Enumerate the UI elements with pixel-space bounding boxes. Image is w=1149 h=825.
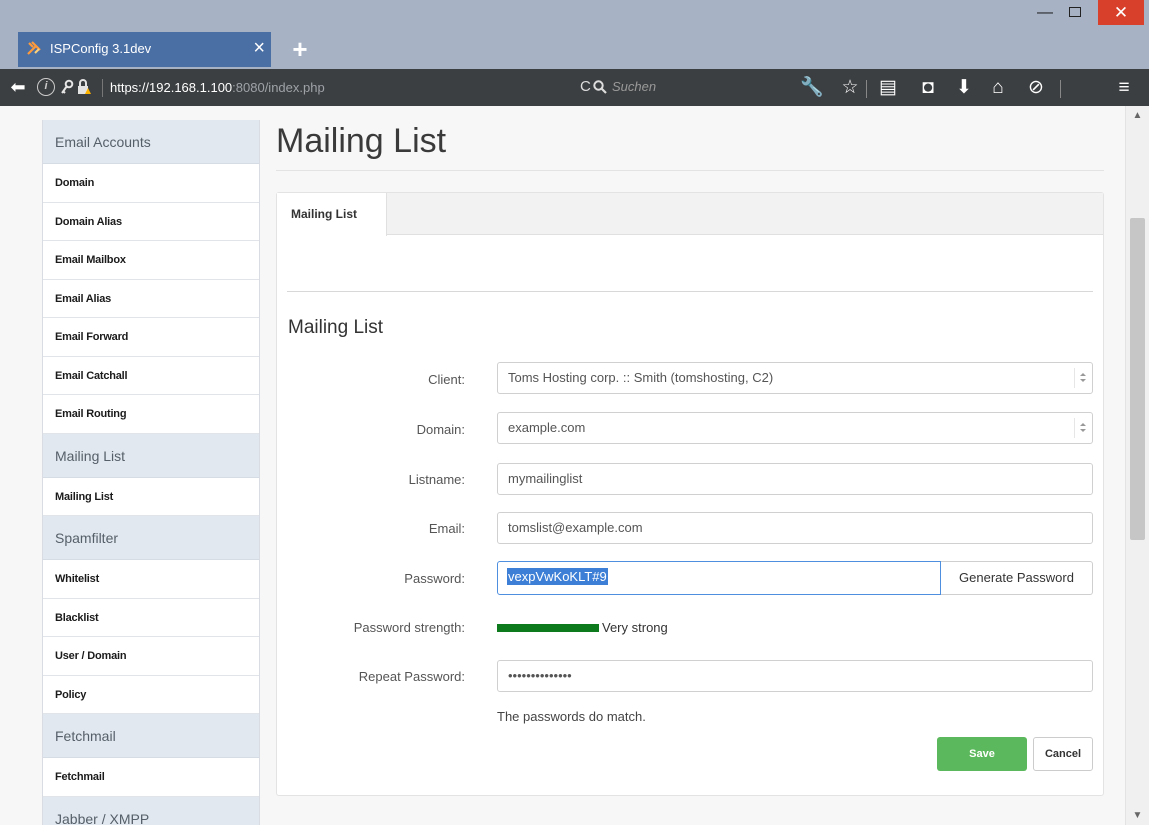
scrollbar-thumb[interactable] bbox=[1130, 218, 1145, 540]
password-value-selected: vexpVwKoKLT#9 bbox=[507, 568, 608, 585]
sidebar-header-email-accounts: Email Accounts bbox=[43, 120, 259, 164]
download-arrow-icon[interactable]: ⬇ bbox=[950, 74, 978, 102]
client-select-value: Toms Hosting corp. :: Smith (tomshosting… bbox=[508, 370, 774, 385]
key-icon bbox=[61, 79, 74, 94]
save-button[interactable]: Save bbox=[937, 737, 1027, 771]
generate-password-button[interactable]: Generate Password bbox=[941, 561, 1093, 595]
url-text[interactable]: https://192.168.1.100:8080/index.php bbox=[110, 80, 325, 95]
domain-label: Domain: bbox=[416, 422, 465, 437]
listname-label: Listname: bbox=[408, 472, 465, 487]
client-label: Client: bbox=[428, 372, 465, 387]
select-arrows-icon bbox=[1074, 418, 1088, 438]
sidebar-item-blacklist[interactable]: Blacklist bbox=[43, 598, 259, 637]
hamburger-menu-icon[interactable]: ≡ bbox=[1110, 74, 1138, 102]
select-arrows-icon bbox=[1074, 368, 1088, 388]
developer-wrench-icon[interactable]: 🔧 bbox=[798, 74, 826, 102]
title-divider bbox=[276, 170, 1104, 171]
ispconfig-favicon-icon bbox=[27, 41, 41, 55]
sidebar-header-spamfilter: Spamfilter bbox=[43, 516, 259, 560]
search-box[interactable]: Suchen bbox=[584, 73, 784, 101]
tab-title: ISPConfig 3.1dev bbox=[50, 41, 152, 56]
search-placeholder: Suchen bbox=[612, 79, 657, 94]
tab-close-icon[interactable]: × bbox=[253, 38, 265, 58]
tab-mailing-list[interactable]: Mailing List bbox=[277, 193, 387, 236]
listname-input[interactable]: mymailinglist bbox=[497, 463, 1093, 495]
password-label: Password: bbox=[404, 571, 465, 586]
repeat-password-input[interactable]: •••••••••••••• bbox=[497, 660, 1093, 692]
sidebar-item-email-routing[interactable]: Email Routing bbox=[43, 395, 259, 434]
password-strength-label: Password strength: bbox=[353, 620, 465, 635]
repeat-password-label: Repeat Password: bbox=[358, 669, 465, 684]
back-arrow-icon[interactable]: ⬅ bbox=[6, 75, 30, 99]
domain-select-value: example.com bbox=[508, 420, 586, 435]
new-tab-icon[interactable]: + bbox=[284, 34, 316, 66]
home-icon[interactable]: ⌂ bbox=[984, 74, 1012, 102]
sidebar-item-email-forward[interactable]: Email Forward bbox=[43, 318, 259, 357]
sidebar-item-email-mailbox[interactable]: Email Mailbox bbox=[43, 241, 259, 280]
sidebar-item-email-alias[interactable]: Email Alias bbox=[43, 279, 259, 318]
email-input[interactable]: tomslist@example.com bbox=[497, 512, 1093, 544]
sidebar-header-fetchmail: Fetchmail bbox=[43, 714, 259, 758]
reading-list-icon[interactable]: ▤ bbox=[874, 74, 902, 102]
toolbar-separator bbox=[866, 80, 867, 98]
sidebar-item-user-domain[interactable]: User / Domain bbox=[43, 637, 259, 676]
vertical-scrollbar[interactable]: ▲ ▼ bbox=[1125, 106, 1149, 825]
url-separator bbox=[102, 79, 103, 97]
client-select[interactable]: Toms Hosting corp. :: Smith (tomshosting… bbox=[497, 362, 1093, 394]
scroll-up-icon[interactable]: ▲ bbox=[1126, 110, 1149, 121]
domain-select[interactable]: example.com bbox=[497, 412, 1093, 444]
sidebar-header-mailing-list: Mailing List bbox=[43, 433, 259, 478]
sidebar-item-email-catchall[interactable]: Email Catchall bbox=[43, 356, 259, 395]
page-title: Mailing List bbox=[276, 122, 447, 160]
section-title: Mailing List bbox=[288, 317, 384, 338]
sidebar-item-whitelist[interactable]: Whitelist bbox=[43, 560, 259, 599]
page-viewport: Email Accounts Domain Domain Alias Email… bbox=[0, 106, 1149, 825]
search-icon bbox=[593, 80, 607, 94]
browser-titlebar: ISPConfig 3.1dev × + — ✕ bbox=[0, 0, 1149, 69]
sidebar-item-policy[interactable]: Policy bbox=[43, 675, 259, 714]
window-minimize-icon[interactable]: — bbox=[1030, 0, 1060, 25]
password-match-message: The passwords do match. bbox=[497, 709, 646, 724]
sidebar-item-mailing-list[interactable]: Mailing List bbox=[43, 477, 259, 516]
sidebar-item-domain-alias[interactable]: Domain Alias bbox=[43, 202, 259, 241]
site-info-icon[interactable]: i bbox=[37, 78, 55, 96]
window-close-icon[interactable]: ✕ bbox=[1098, 0, 1144, 25]
panel-divider bbox=[287, 291, 1093, 292]
url-bar[interactable]: i https://192.168.1.100:8080/index.php C bbox=[34, 75, 591, 101]
sidebar-header-jabber: Jabber / XMPP bbox=[43, 796, 259, 825]
form-panel: Mailing List Mailing List Client: Toms H… bbox=[276, 192, 1104, 796]
password-input[interactable]: vexpVwKoKLT#9 bbox=[497, 561, 941, 595]
cancel-button[interactable]: Cancel bbox=[1033, 737, 1093, 771]
addon-icon[interactable]: ⊘ bbox=[1022, 74, 1050, 102]
bookmark-star-icon[interactable]: ☆ bbox=[836, 74, 864, 102]
email-label: Email: bbox=[428, 521, 465, 536]
sidebar-item-domain[interactable]: Domain bbox=[43, 164, 259, 203]
pocket-icon[interactable]: ◘ bbox=[914, 74, 942, 102]
sidebar: Email Accounts Domain Domain Alias Email… bbox=[42, 120, 260, 825]
browser-tab[interactable]: ISPConfig 3.1dev × bbox=[18, 32, 271, 67]
sidebar-item-fetchmail[interactable]: Fetchmail bbox=[43, 758, 259, 797]
toolbar-separator-2 bbox=[1060, 80, 1061, 98]
password-strength-value: Very strong bbox=[602, 620, 668, 635]
insecure-lock-icon bbox=[78, 79, 91, 94]
password-strength-bar bbox=[497, 624, 599, 632]
tab-strip: Mailing List bbox=[277, 193, 1103, 236]
scroll-down-icon[interactable]: ▼ bbox=[1126, 810, 1149, 821]
window-maximize-icon[interactable] bbox=[1060, 0, 1092, 25]
